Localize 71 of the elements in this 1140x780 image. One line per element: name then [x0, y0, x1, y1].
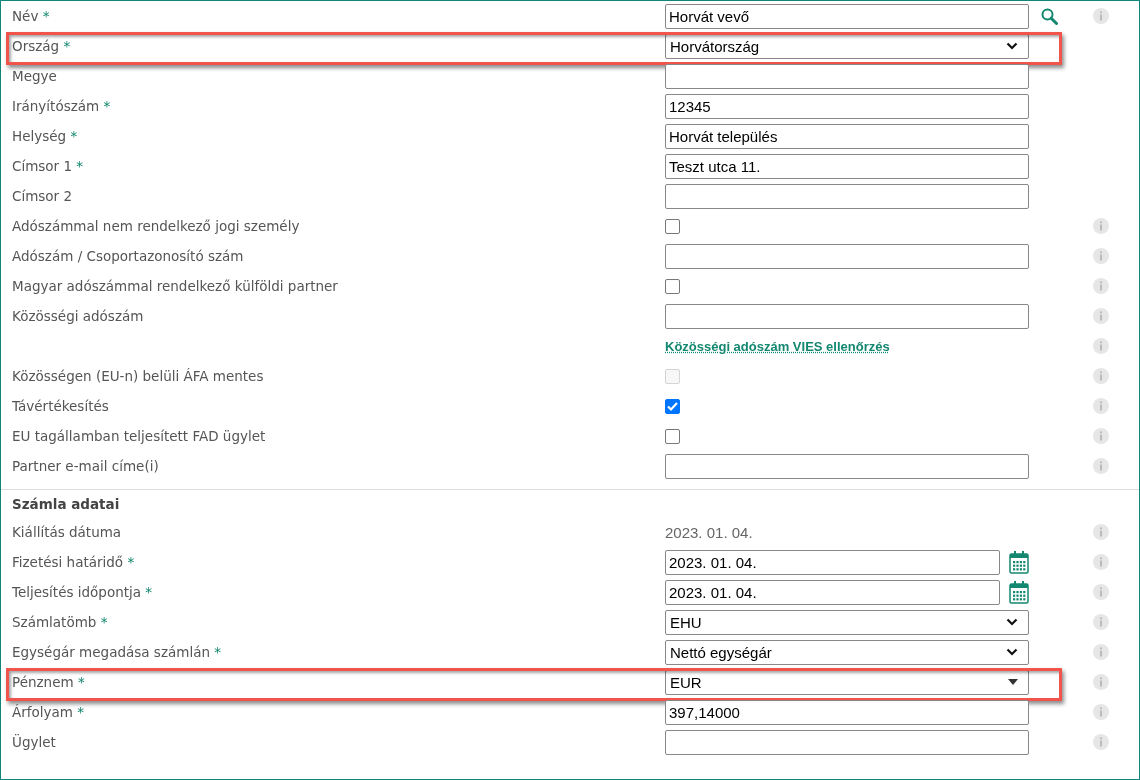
info-icon[interactable]: [1093, 338, 1109, 354]
field-label: Árfolyam *: [12, 704, 84, 720]
field-label: Név *: [12, 8, 50, 24]
dropdown[interactable]: EUR: [665, 669, 1029, 695]
section-heading: Számla adatai: [12, 495, 120, 512]
text-field[interactable]: Horvát település: [665, 123, 1029, 149]
field-label: Címsor 2: [12, 188, 73, 204]
field-label: Partner e-mail címe(i): [12, 458, 159, 474]
text-field[interactable]: [665, 183, 1029, 209]
info-icon[interactable]: [1093, 8, 1109, 24]
chevron-down-icon: [1006, 648, 1018, 656]
info-icon[interactable]: [1093, 554, 1109, 570]
info-icon[interactable]: [1093, 308, 1109, 324]
checkbox[interactable]: [665, 218, 680, 234]
search-icon[interactable]: [1041, 7, 1058, 25]
field-label: Adószám / Csoportazonosító szám: [12, 248, 244, 264]
field-label: Helység *: [12, 128, 78, 144]
checkbox[interactable]: [665, 398, 680, 414]
field-label: Ügylet: [12, 734, 56, 750]
triangle-down-icon: [1008, 679, 1018, 685]
text-field[interactable]: 397,14000: [665, 699, 1029, 725]
info-icon[interactable]: [1093, 278, 1109, 294]
info-icon[interactable]: [1093, 428, 1109, 444]
dropdown[interactable]: Horvátország: [665, 33, 1029, 59]
field-label: Kiállítás dátuma: [12, 524, 122, 540]
info-icon[interactable]: [1093, 398, 1109, 414]
date-field[interactable]: 2023. 01. 04.: [665, 579, 1000, 605]
chevron-down-icon: [1006, 42, 1018, 50]
dropdown[interactable]: EHU: [665, 609, 1029, 635]
date-value: 2023. 01. 04.: [665, 523, 753, 541]
field-label: Adószámmal nem rendelkező jogi személy: [12, 218, 300, 234]
field-label: Távértékesítés: [12, 398, 109, 414]
text-field[interactable]: [665, 63, 1029, 89]
field-label: Egységár megadása számlán *: [12, 644, 222, 660]
text-field[interactable]: Teszt utca 11.: [665, 153, 1029, 179]
info-icon[interactable]: [1093, 674, 1109, 690]
text-field[interactable]: [665, 243, 1029, 269]
field-label: Címsor 1 *: [12, 158, 84, 174]
field-label: Fizetési határidő *: [12, 554, 135, 570]
field-label: Közösségen (EU-n) belüli ÁFA mentes: [12, 368, 264, 384]
text-field[interactable]: [665, 729, 1029, 755]
info-icon[interactable]: [1093, 704, 1109, 720]
field-label: Teljesítés időpontja *: [12, 584, 153, 600]
text-field[interactable]: Horvát vevő: [665, 3, 1029, 29]
info-icon[interactable]: [1093, 584, 1109, 600]
dropdown[interactable]: Nettó egységár: [665, 639, 1029, 665]
info-icon[interactable]: [1093, 644, 1109, 660]
field-label: Ország *: [12, 38, 71, 54]
field-label: Számlatömb *: [12, 614, 108, 630]
field-label: Irányítószám *: [12, 98, 111, 114]
calendar-icon[interactable]: [1009, 550, 1029, 574]
text-field[interactable]: [665, 303, 1029, 329]
calendar-icon[interactable]: [1009, 580, 1029, 604]
chevron-down-icon: [1006, 618, 1018, 626]
field-label: Megye: [12, 68, 57, 84]
checkbox[interactable]: [665, 278, 680, 294]
info-icon[interactable]: [1093, 458, 1109, 474]
info-icon[interactable]: [1093, 218, 1109, 234]
date-field[interactable]: 2023. 01. 04.: [665, 549, 1000, 575]
field-label: Közösségi adószám: [12, 308, 144, 324]
text-field[interactable]: [665, 453, 1029, 479]
vies-check-link[interactable]: Közösségi adószám VIES ellenőrzés: [665, 338, 890, 354]
field-label: Magyar adószámmal rendelkező külföldi partner: [12, 278, 338, 294]
info-icon[interactable]: [1093, 248, 1109, 264]
text-field[interactable]: 12345: [665, 93, 1029, 119]
info-icon[interactable]: [1093, 524, 1109, 540]
checkbox[interactable]: [665, 428, 680, 444]
field-label: EU tagállamban teljesített FAD ügylet: [12, 428, 266, 444]
info-icon[interactable]: [1093, 734, 1109, 750]
field-label: Pénznem *: [12, 674, 85, 690]
info-icon[interactable]: [1093, 614, 1109, 630]
